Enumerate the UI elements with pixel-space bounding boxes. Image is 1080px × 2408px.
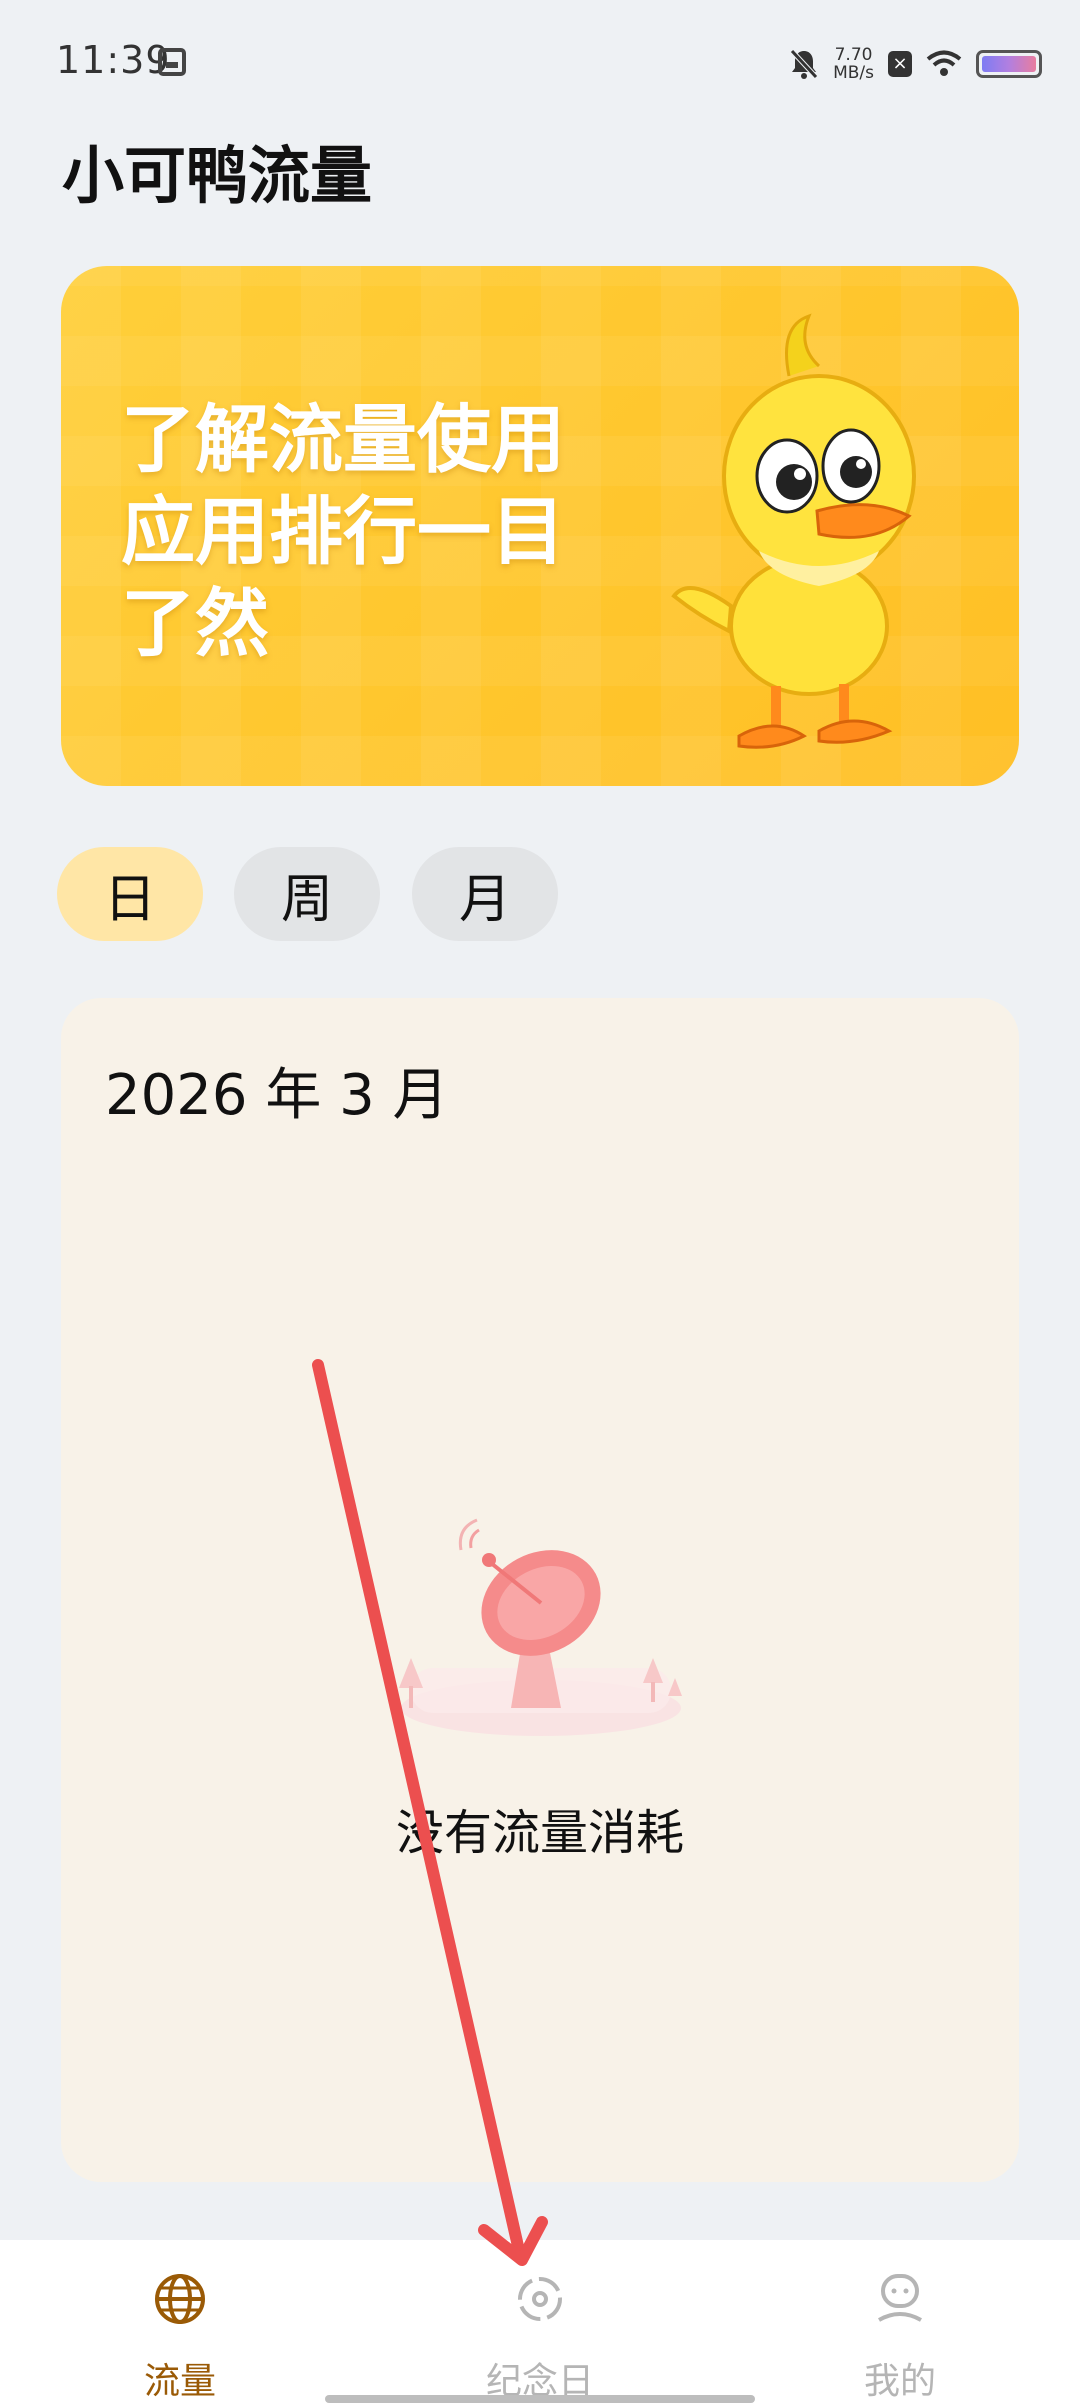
nav-label-mine: 我的 — [863, 2361, 936, 2402]
anniversary-icon — [518, 2277, 562, 2321]
banner-text: 了解流量使用 应用排行一目 了然 — [121, 394, 641, 670]
close-badge-icon: × — [888, 51, 912, 77]
tab-month[interactable]: 月 — [412, 847, 558, 941]
banner-line-1: 了解流量使用 — [121, 397, 565, 483]
status-bar: 11:39 7.70 MB/s × — [0, 0, 1080, 120]
battery-icon — [976, 50, 1042, 78]
banner-line-3: 了然 — [121, 581, 269, 667]
empty-state-message: 没有流量消耗 — [395, 1805, 684, 1861]
satellite-dish-icon — [399, 1518, 682, 1736]
sim-card-icon — [158, 48, 186, 76]
mute-bell-icon — [790, 49, 818, 79]
usage-card: 2026 年 3 月 没有流量消耗 — [61, 998, 1019, 2182]
network-speed: 7.70 MB/s — [833, 46, 874, 82]
tab-day[interactable]: 日 — [57, 847, 203, 941]
globe-icon — [155, 2274, 205, 2324]
banner-line-2: 应用排行一目 — [121, 489, 565, 575]
nav-label-traffic: 流量 — [143, 2361, 216, 2402]
network-speed-unit: MB/s — [833, 63, 874, 83]
card-date-label: 2026 年 3 月 — [105, 1063, 449, 1128]
duck-mascot-icon — [671, 313, 916, 749]
nav-item-mine[interactable]: 我的 — [800, 2240, 1000, 2402]
wifi-icon — [926, 50, 962, 76]
nav-item-anniversary[interactable]: 纪念日 — [440, 2240, 640, 2402]
profile-icon — [878, 2274, 922, 2322]
bottom-nav: 流量 纪念日 我的 — [0, 2240, 1080, 2408]
promo-banner[interactable]: 了解流量使用 应用排行一目 了然 — [61, 266, 1019, 786]
app-title: 小可鸭流量 — [62, 139, 373, 212]
nav-item-traffic[interactable]: 流量 — [80, 2240, 280, 2402]
home-indicator — [325, 2395, 755, 2403]
status-icons: 7.70 MB/s × — [789, 40, 1042, 88]
network-speed-value: 7.70 — [834, 45, 873, 65]
tab-week[interactable]: 周 — [234, 847, 380, 941]
status-time: 11:39 — [56, 38, 171, 82]
